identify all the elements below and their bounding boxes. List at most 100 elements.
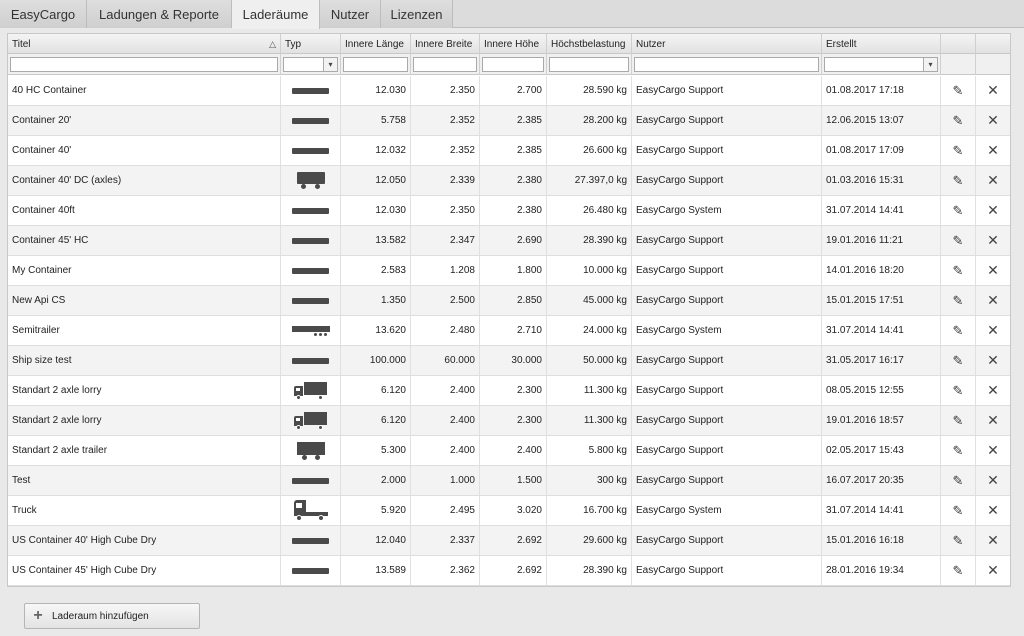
pencil-icon[interactable]: ✎	[953, 263, 964, 279]
pencil-icon[interactable]: ✎	[953, 143, 964, 159]
cell-delete[interactable]: ✕	[976, 346, 1010, 375]
pencil-icon[interactable]: ✎	[953, 443, 964, 459]
table-row[interactable]: Standart 2 axle lorry 6.120 2.400 2.300 11.3…	[8, 376, 1010, 406]
table-row[interactable]: Ship size test 100.000 60.000 30.000 50.000 …	[8, 346, 1010, 376]
cell-delete[interactable]: ✕	[976, 436, 1010, 465]
close-icon[interactable]: ✕	[987, 442, 999, 459]
pencil-icon[interactable]: ✎	[953, 233, 964, 249]
table-row[interactable]: Container 20' 5.758 2.352 2.385 28.200 kg Eas…	[8, 106, 1010, 136]
cell-edit[interactable]: ✎	[941, 316, 976, 345]
table-row[interactable]: Test 2.000 1.000 1.500 300 kg EasyCargo Suppo…	[8, 466, 1010, 496]
chevron-down-icon[interactable]: ▾	[323, 58, 337, 71]
cell-edit[interactable]: ✎	[941, 136, 976, 165]
cell-delete[interactable]: ✕	[976, 496, 1010, 525]
close-icon[interactable]: ✕	[987, 502, 999, 519]
cell-delete[interactable]: ✕	[976, 376, 1010, 405]
cell-edit[interactable]: ✎	[941, 106, 976, 135]
table-row[interactable]: 40 HC Container 12.030 2.350 2.700 28.590 kg…	[8, 76, 1010, 106]
cell-edit[interactable]: ✎	[941, 436, 976, 465]
close-icon[interactable]: ✕	[987, 292, 999, 309]
pencil-icon[interactable]: ✎	[953, 203, 964, 219]
pencil-icon[interactable]: ✎	[953, 353, 964, 369]
pencil-icon[interactable]: ✎	[953, 293, 964, 309]
filter-erstellt-select[interactable]: ▾	[824, 57, 938, 72]
sort-up-icon[interactable]: △	[269, 39, 276, 50]
cell-delete[interactable]: ✕	[976, 466, 1010, 495]
close-icon[interactable]: ✕	[987, 202, 999, 219]
cell-delete[interactable]: ✕	[976, 286, 1010, 315]
cell-edit[interactable]: ✎	[941, 466, 976, 495]
pencil-icon[interactable]: ✎	[953, 503, 964, 519]
column-header-innere-breite[interactable]: Innere Breite	[411, 34, 480, 54]
pencil-icon[interactable]: ✎	[953, 383, 964, 399]
tab-easycargo[interactable]: EasyCargo	[0, 0, 87, 28]
filter-hoechstbelastung-input[interactable]	[549, 57, 629, 72]
cell-edit[interactable]: ✎	[941, 346, 976, 375]
pencil-icon[interactable]: ✎	[953, 563, 964, 579]
cell-delete[interactable]: ✕	[976, 76, 1010, 105]
column-header-hoechstbelastung[interactable]: Höchstbelastung	[547, 34, 632, 54]
table-row[interactable]: My Container 2.583 1.208 1.800 10.000 kg Easy…	[8, 256, 1010, 286]
column-header-erstellt[interactable]: Erstellt	[822, 34, 941, 54]
pencil-icon[interactable]: ✎	[953, 173, 964, 189]
pencil-icon[interactable]: ✎	[953, 533, 964, 549]
column-header-innere-hoehe[interactable]: Innere Höhe	[480, 34, 547, 54]
column-header-typ[interactable]: Typ	[281, 34, 341, 54]
close-icon[interactable]: ✕	[987, 322, 999, 339]
cell-edit[interactable]: ✎	[941, 376, 976, 405]
cell-delete[interactable]: ✕	[976, 196, 1010, 225]
close-icon[interactable]: ✕	[987, 472, 999, 489]
table-row[interactable]: Container 40ft 12.030 2.350 2.380 26.480 kg E…	[8, 196, 1010, 226]
table-row[interactable]: Container 40' DC (axles) 12.050 2.339 2.380…	[8, 166, 1010, 196]
table-row[interactable]: Container 40' 12.032 2.352 2.385 26.600 kg Ea…	[8, 136, 1010, 166]
close-icon[interactable]: ✕	[987, 112, 999, 129]
table-row[interactable]: Standart 2 axle lorry 6.120 2.400 2.300 11.3…	[8, 406, 1010, 436]
cell-delete[interactable]: ✕	[976, 316, 1010, 345]
cell-edit[interactable]: ✎	[941, 76, 976, 105]
tab-ladungen-reporte[interactable]: Ladungen & Reporte	[87, 0, 232, 28]
pencil-icon[interactable]: ✎	[953, 473, 964, 489]
column-header-innere-laenge[interactable]: Innere Länge	[341, 34, 411, 54]
close-icon[interactable]: ✕	[987, 412, 999, 429]
column-header-nutzer[interactable]: Nutzer	[632, 34, 822, 54]
filter-hoehe-input[interactable]	[482, 57, 544, 72]
table-row[interactable]: Semitrailer 13.620 2.480 2.710 24.000 kg Easy…	[8, 316, 1010, 346]
table-row[interactable]: Standart 2 axle trailer 5.300 2.400 2.400 5.…	[8, 436, 1010, 466]
filter-titel-input[interactable]	[10, 57, 278, 72]
close-icon[interactable]: ✕	[987, 82, 999, 99]
cell-edit[interactable]: ✎	[941, 286, 976, 315]
cell-edit[interactable]: ✎	[941, 256, 976, 285]
cell-delete[interactable]: ✕	[976, 526, 1010, 555]
pencil-icon[interactable]: ✎	[953, 83, 964, 99]
tab-laderaeume[interactable]: Laderäume	[232, 0, 320, 29]
close-icon[interactable]: ✕	[987, 172, 999, 189]
close-icon[interactable]: ✕	[987, 562, 999, 579]
cell-delete[interactable]: ✕	[976, 136, 1010, 165]
filter-laenge-input[interactable]	[343, 57, 408, 72]
cell-edit[interactable]: ✎	[941, 406, 976, 435]
table-row[interactable]: US Container 45' High Cube Dry 13.589 2.36…	[8, 556, 1010, 586]
cell-delete[interactable]: ✕	[976, 226, 1010, 255]
cell-delete[interactable]: ✕	[976, 166, 1010, 195]
cell-edit[interactable]: ✎	[941, 526, 976, 555]
cell-edit[interactable]: ✎	[941, 226, 976, 255]
close-icon[interactable]: ✕	[987, 352, 999, 369]
close-icon[interactable]: ✕	[987, 142, 999, 159]
pencil-icon[interactable]: ✎	[953, 323, 964, 339]
cell-delete[interactable]: ✕	[976, 106, 1010, 135]
table-row[interactable]: Truck 5.920 2.495 3.020 16.700 kg EasyCargo S…	[8, 496, 1010, 526]
pencil-icon[interactable]: ✎	[953, 413, 964, 429]
filter-breite-input[interactable]	[413, 57, 477, 72]
chevron-down-icon[interactable]: ▾	[923, 58, 937, 71]
pencil-icon[interactable]: ✎	[953, 113, 964, 129]
cell-delete[interactable]: ✕	[976, 256, 1010, 285]
filter-nutzer-input[interactable]	[634, 57, 819, 72]
table-row[interactable]: Container 45' HC 13.582 2.347 2.690 28.390 k…	[8, 226, 1010, 256]
tab-lizenzen[interactable]: Lizenzen	[381, 0, 453, 28]
cell-edit[interactable]: ✎	[941, 196, 976, 225]
filter-typ-select[interactable]: ▾	[283, 57, 338, 72]
table-row[interactable]: US Container 40' High Cube Dry 12.040 2.33…	[8, 526, 1010, 556]
cell-delete[interactable]: ✕	[976, 556, 1010, 585]
close-icon[interactable]: ✕	[987, 262, 999, 279]
cell-delete[interactable]: ✕	[976, 406, 1010, 435]
